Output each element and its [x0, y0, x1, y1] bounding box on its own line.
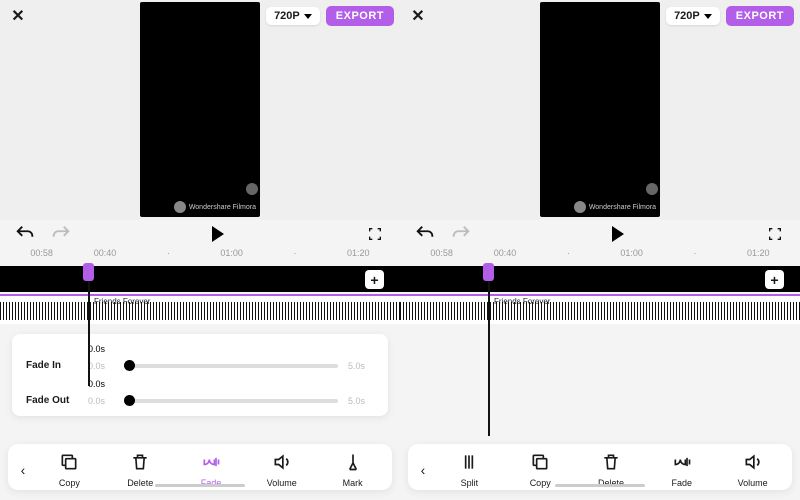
video-preview: Wondershare Filmora — [540, 2, 660, 217]
copy-icon — [59, 452, 79, 475]
chevron-down-icon — [304, 14, 312, 19]
export-button[interactable]: EXPORT — [726, 6, 794, 26]
playhead-handle[interactable] — [83, 263, 94, 281]
remove-watermark-icon[interactable] — [246, 183, 258, 195]
delete-icon — [601, 452, 621, 475]
watermark-logo-icon — [574, 201, 586, 213]
fade-out-label: Fade Out — [26, 395, 78, 406]
fullscreen-button[interactable] — [764, 223, 786, 245]
back-button[interactable]: ‹ — [12, 462, 34, 478]
fullscreen-button[interactable] — [364, 223, 386, 245]
copy-icon — [530, 452, 550, 475]
right-screenshot: ✕ 720P EXPORT Wondershare Filmora 00:580… — [400, 0, 800, 500]
undo-button[interactable] — [414, 223, 436, 245]
home-indicator — [155, 484, 245, 487]
mark-icon — [343, 452, 363, 475]
tool-copy[interactable]: Copy — [34, 452, 105, 488]
fade-in-label: Fade In — [26, 360, 78, 371]
video-track[interactable]: + — [400, 266, 800, 292]
volume-icon — [272, 452, 292, 475]
playhead-handle[interactable] — [483, 263, 494, 281]
remove-watermark-icon[interactable] — [646, 183, 658, 195]
play-button[interactable] — [607, 223, 629, 245]
tool-mark[interactable]: Mark — [317, 452, 388, 488]
timeline-ruler: 00:5800:40·01:00·01:20 — [0, 248, 400, 266]
waveform-icon — [0, 302, 400, 320]
tool-delete[interactable]: Delete — [105, 452, 176, 488]
audio-track[interactable]: Friends Forever — [400, 294, 800, 324]
timeline-ruler: 00:5800:40·01:00·01:20 — [400, 248, 800, 266]
volume-icon — [743, 452, 763, 475]
tool-delete[interactable]: Delete — [576, 452, 647, 488]
delete-icon — [130, 452, 150, 475]
split-icon — [459, 452, 479, 475]
left-screenshot: ✕ 720P EXPORT Wondershare Filmora 00:580… — [0, 0, 400, 500]
close-button[interactable]: ✕ — [406, 4, 430, 28]
fade-icon — [672, 452, 692, 475]
add-track-button[interactable]: + — [365, 270, 384, 289]
home-indicator — [555, 484, 645, 487]
fade-panel: 0.0s Fade In 0.0s 5.0s 0.0s Fade Out 0.0… — [12, 334, 388, 416]
video-preview: Wondershare Filmora — [140, 2, 260, 217]
add-track-button[interactable]: + — [765, 270, 784, 289]
play-button[interactable] — [207, 223, 229, 245]
play-icon — [612, 226, 624, 242]
export-button[interactable]: EXPORT — [326, 6, 394, 26]
watermark-logo-icon — [174, 201, 186, 213]
tool-fade[interactable]: Fade — [646, 452, 717, 488]
redo-button[interactable] — [50, 223, 72, 245]
video-track[interactable]: + — [0, 266, 400, 292]
tool-fade[interactable]: Fade — [176, 452, 247, 488]
tool-volume[interactable]: Volume — [246, 452, 317, 488]
fade-icon — [201, 452, 221, 475]
quality-dropdown[interactable]: 720P — [266, 7, 320, 25]
tool-volume[interactable]: Volume — [717, 452, 788, 488]
fade-out-slider[interactable] — [124, 399, 338, 403]
close-button[interactable]: ✕ — [6, 4, 30, 28]
undo-button[interactable] — [14, 223, 36, 245]
tool-copy[interactable]: Copy — [505, 452, 576, 488]
quality-dropdown[interactable]: 720P — [666, 7, 720, 25]
fade-in-slider[interactable] — [124, 364, 338, 368]
tool-split[interactable]: Split — [434, 452, 505, 488]
play-icon — [212, 226, 224, 242]
chevron-down-icon — [704, 14, 712, 19]
audio-track[interactable]: Friends Forever — [0, 294, 400, 324]
redo-button[interactable] — [450, 223, 472, 245]
back-button[interactable]: ‹ — [412, 462, 434, 478]
waveform-icon — [400, 302, 800, 320]
